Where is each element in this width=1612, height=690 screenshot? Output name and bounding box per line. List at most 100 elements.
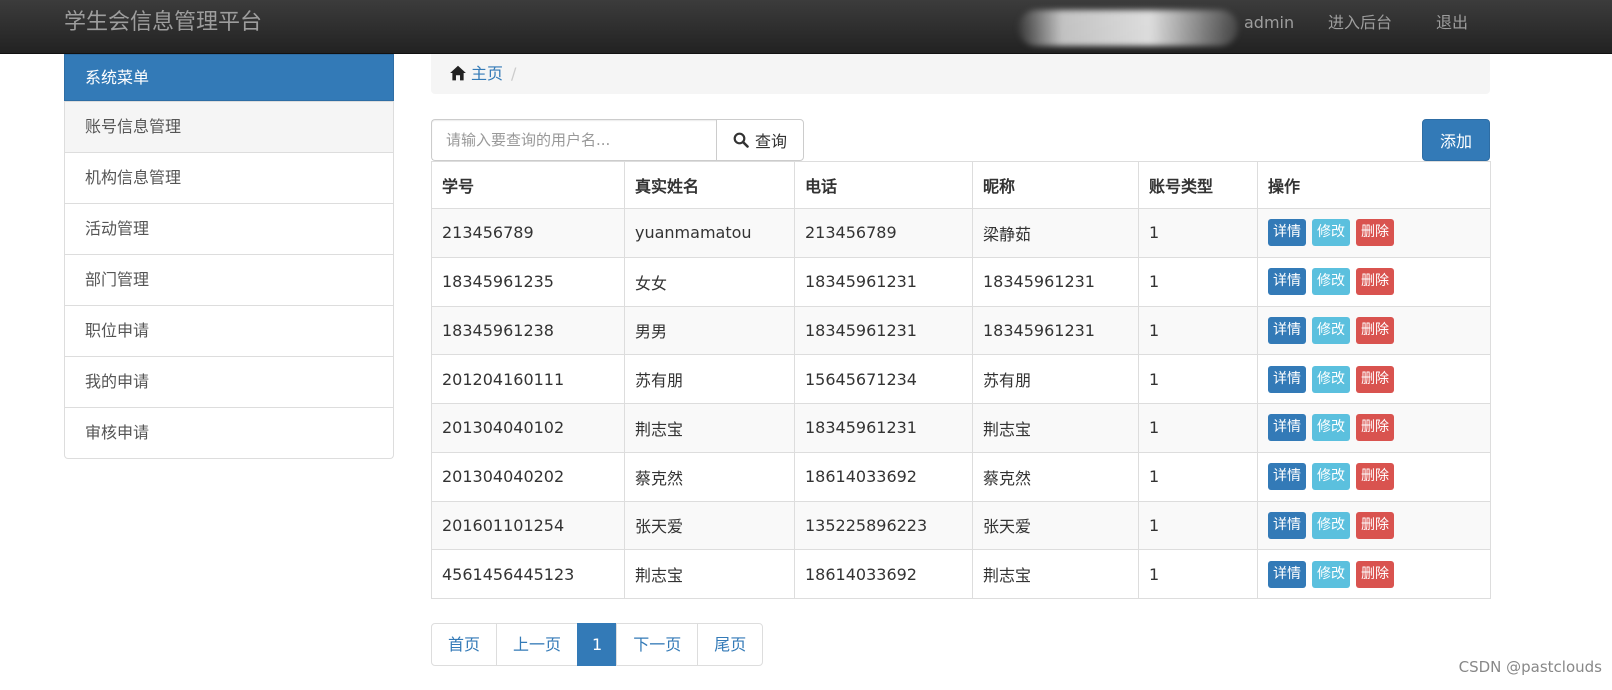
cell-phone: 213456789	[794, 208, 973, 258]
users-table-container: 学号 真实姓名 电话 昵称 账号类型 操作 213456789 yuanmamat…	[431, 161, 1491, 599]
edit-button[interactable]: 修改	[1312, 463, 1350, 491]
sidebar-item-my-applications[interactable]: 我的申请	[65, 356, 393, 407]
column-header-account-type: 账号类型	[1138, 161, 1258, 209]
table-row: 201204160111 苏有朋 15645671234 苏有朋 1 详情 修改 删除	[431, 354, 1491, 404]
cell-real-name: 荆志宝	[624, 549, 795, 599]
detail-button[interactable]: 详情	[1268, 414, 1306, 442]
home-icon[interactable]	[449, 64, 467, 82]
cell-phone: 18345961231	[794, 256, 973, 307]
edit-button[interactable]: 修改	[1312, 511, 1350, 539]
redacted-user-info	[1018, 10, 1238, 46]
cell-real-name: 女女	[624, 256, 795, 307]
table-row: 18345961235 女女 18345961231 18345961231 1 详情 修改…	[431, 256, 1491, 307]
cell-phone: 18345961231	[794, 305, 973, 356]
search-input[interactable]	[431, 119, 717, 161]
sidebar-item-account-info[interactable]: 账号信息管理	[65, 101, 393, 152]
watermark: CSDN @pastclouds	[1458, 658, 1602, 676]
cell-real-name: yuanmamatou	[624, 208, 795, 258]
cell-account-type: 1	[1138, 451, 1258, 502]
app-brand[interactable]: 学生会信息管理平台	[64, 8, 262, 38]
table-row: 213456789 yuanmamatou 213456789 梁静茹 1 详情 修改 删除	[431, 208, 1491, 258]
cell-student-id: 18345961238	[431, 305, 625, 356]
cell-nickname: 蔡克然	[972, 451, 1139, 502]
cell-student-id: 18345961235	[431, 256, 625, 307]
detail-button[interactable]: 详情	[1268, 463, 1306, 491]
cell-account-type: 1	[1138, 256, 1258, 307]
search-button[interactable]: 查询	[716, 119, 804, 161]
cell-student-id: 201304040102	[431, 403, 625, 453]
cell-real-name: 蔡克然	[624, 451, 795, 502]
cell-phone: 135225896223	[794, 500, 973, 551]
cell-actions: 详情 修改 删除	[1257, 305, 1491, 356]
cell-phone: 18614033692	[794, 549, 973, 599]
delete-button[interactable]: 删除	[1356, 316, 1394, 344]
sidebar-item-organization-info[interactable]: 机构信息管理	[65, 152, 393, 203]
edit-button[interactable]: 修改	[1312, 414, 1350, 442]
cell-actions: 详情 修改 删除	[1257, 403, 1491, 453]
cell-actions: 详情 修改 删除	[1257, 256, 1491, 307]
add-button[interactable]: 添加	[1422, 119, 1490, 161]
edit-button[interactable]: 修改	[1312, 316, 1350, 344]
cell-student-id: 4561456445123	[431, 549, 625, 599]
sidebar-item-departments[interactable]: 部门管理	[65, 254, 393, 305]
cell-actions: 详情 修改 删除	[1257, 451, 1491, 502]
cell-actions: 详情 修改 删除	[1257, 354, 1491, 404]
detail-button[interactable]: 详情	[1268, 268, 1306, 296]
delete-button[interactable]: 删除	[1356, 219, 1394, 247]
cell-account-type: 1	[1138, 549, 1258, 599]
cell-account-type: 1	[1138, 500, 1258, 551]
breadcrumb-separator: /	[511, 64, 517, 83]
cell-nickname: 荆志宝	[972, 403, 1139, 453]
cell-nickname: 梁静茹	[972, 208, 1139, 258]
user-name-link[interactable]: admin	[1244, 12, 1294, 34]
edit-button[interactable]: 修改	[1312, 560, 1350, 588]
detail-button[interactable]: 详情	[1268, 365, 1306, 393]
cell-student-id: 201601101254	[431, 500, 625, 551]
top-navbar: 学生会信息管理平台 admin 进入后台 退出	[0, 0, 1612, 54]
cell-actions: 详情 修改 删除	[1257, 500, 1491, 551]
users-table: 学号 真实姓名 电话 昵称 账号类型 操作 213456789 yuanmamat…	[431, 161, 1491, 599]
delete-button[interactable]: 删除	[1356, 414, 1394, 442]
cell-real-name: 苏有朋	[624, 354, 795, 404]
table-row: 201304040202 蔡克然 18614033692 蔡克然 1 详情 修改 删除	[431, 451, 1491, 502]
table-row: 201304040102 荆志宝 18345961231 荆志宝 1 详情 修改 删除	[431, 403, 1491, 453]
page-current[interactable]: 1	[577, 623, 618, 666]
edit-button[interactable]: 修改	[1312, 365, 1350, 393]
table-row: 18345961238 男男 18345961231 18345961231 1 详情 修改…	[431, 305, 1491, 356]
enter-backend-link[interactable]: 进入后台	[1328, 12, 1392, 34]
column-header-student-id: 学号	[431, 161, 625, 209]
page-first[interactable]: 首页	[431, 623, 498, 666]
table-header-row: 学号 真实姓名 电话 昵称 账号类型 操作	[431, 161, 1491, 209]
delete-button[interactable]: 删除	[1356, 365, 1394, 393]
cell-phone: 18345961231	[794, 403, 973, 453]
delete-button[interactable]: 删除	[1356, 463, 1394, 491]
column-header-phone: 电话	[794, 161, 973, 209]
cell-account-type: 1	[1138, 403, 1258, 453]
sidebar-item-position-apply[interactable]: 职位申请	[65, 305, 393, 356]
detail-button[interactable]: 详情	[1268, 316, 1306, 344]
page-last[interactable]: 尾页	[697, 623, 764, 666]
delete-button[interactable]: 删除	[1356, 268, 1394, 296]
cell-student-id: 201204160111	[431, 354, 625, 404]
cell-actions: 详情 修改 删除	[1257, 208, 1491, 258]
sidebar-item-review-applications[interactable]: 审核申请	[65, 407, 393, 458]
logout-link[interactable]: 退出	[1436, 12, 1468, 34]
page-next[interactable]: 下一页	[616, 623, 699, 666]
edit-button[interactable]: 修改	[1312, 219, 1350, 247]
delete-button[interactable]: 删除	[1356, 511, 1394, 539]
detail-button[interactable]: 详情	[1268, 219, 1306, 247]
column-header-actions: 操作	[1257, 161, 1491, 209]
detail-button[interactable]: 详情	[1268, 511, 1306, 539]
breadcrumb-home-link[interactable]: 主页	[471, 64, 503, 83]
table-row: 201601101254 张天爱 135225896223 张天爱 1 详情 修改 删除	[431, 500, 1491, 551]
cell-real-name: 荆志宝	[624, 403, 795, 453]
detail-button[interactable]: 详情	[1268, 560, 1306, 588]
cell-account-type: 1	[1138, 208, 1258, 258]
page-prev[interactable]: 上一页	[496, 623, 579, 666]
sidebar-item-activities[interactable]: 活动管理	[65, 203, 393, 254]
edit-button[interactable]: 修改	[1312, 268, 1350, 296]
cell-nickname: 荆志宝	[972, 549, 1139, 599]
cell-real-name: 男男	[624, 305, 795, 356]
cell-phone: 18614033692	[794, 451, 973, 502]
delete-button[interactable]: 删除	[1356, 560, 1394, 588]
